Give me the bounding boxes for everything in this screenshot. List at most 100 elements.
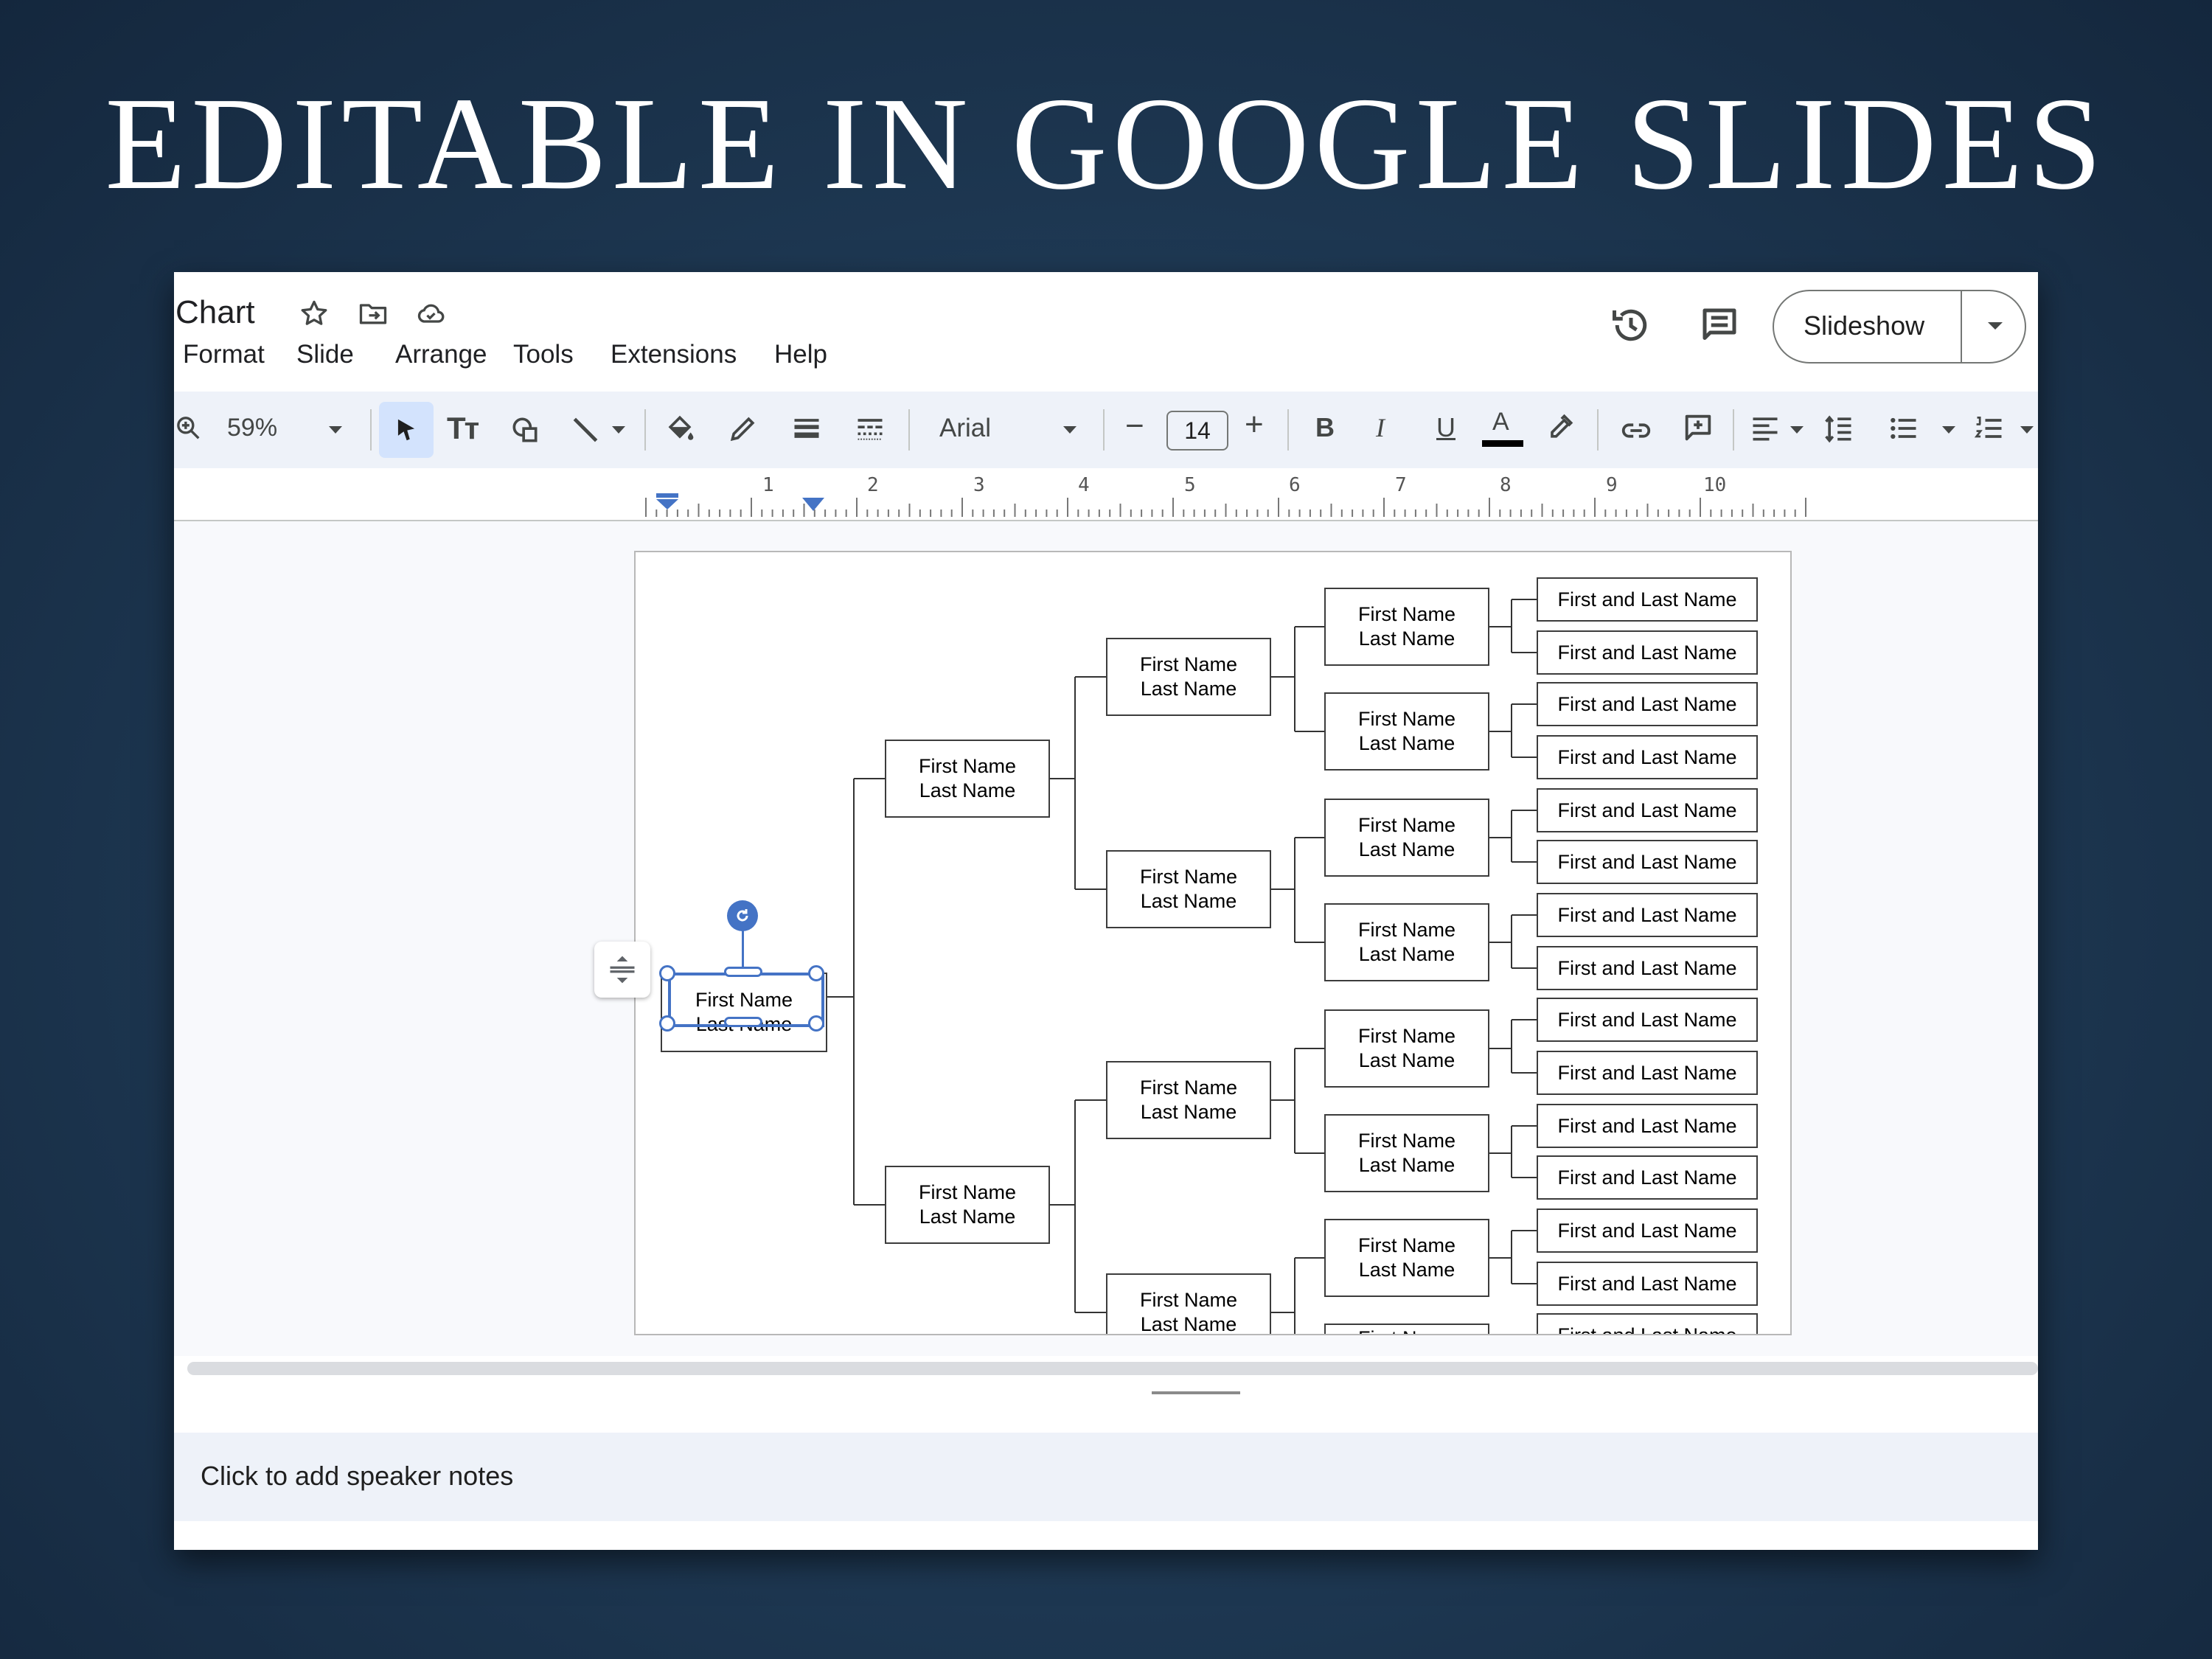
resize-handle[interactable] xyxy=(724,1017,762,1027)
text-color-swatch xyxy=(1482,440,1523,447)
slideshow-dropdown-icon[interactable] xyxy=(1988,322,2003,330)
full-name-box[interactable]: First and Last Name xyxy=(1537,630,1758,675)
last-name-text: Last Name xyxy=(1140,1101,1237,1123)
slideshow-button[interactable]: Slideshow xyxy=(1773,290,2026,364)
full-name-box[interactable]: First and Last Name xyxy=(1537,1051,1758,1095)
cloud-saved-icon[interactable] xyxy=(414,297,447,330)
full-name-box[interactable]: First and Last Name xyxy=(1537,1208,1758,1253)
name-box-level2[interactable]: First Name Last Name xyxy=(1106,638,1271,716)
bold-button[interactable]: B xyxy=(1315,412,1335,443)
rotate-handle[interactable] xyxy=(727,900,758,931)
bulleted-list-dropdown-icon[interactable] xyxy=(1942,426,1955,434)
full-name-box[interactable]: First and Last Name xyxy=(1537,682,1758,726)
first-line-indent-marker[interactable] xyxy=(655,493,680,511)
menu-help[interactable]: Help xyxy=(774,340,827,369)
right-indent-marker[interactable] xyxy=(802,498,824,512)
fill-color-icon[interactable] xyxy=(664,412,696,445)
zoom-icon[interactable] xyxy=(174,414,204,443)
name-box-level3[interactable]: First Name Last Name xyxy=(1324,903,1489,981)
highlight-color-icon[interactable] xyxy=(1544,411,1576,443)
select-tool-button[interactable] xyxy=(379,402,434,458)
google-slides-window: Chart Format Slide Arrange Tools Extensi… xyxy=(174,272,2038,1550)
decrease-font-size-button[interactable]: − xyxy=(1125,408,1144,445)
italic-button[interactable]: I xyxy=(1376,412,1385,443)
speaker-notes[interactable]: Click to add speaker notes xyxy=(174,1433,2038,1521)
menu-slide[interactable]: Slide xyxy=(296,340,354,369)
toolbar-divider xyxy=(1103,409,1105,451)
ruler-number: 4 xyxy=(1078,474,1090,496)
border-weight-icon[interactable] xyxy=(790,412,823,445)
menu-arrange[interactable]: Arrange xyxy=(395,340,487,369)
star-icon[interactable] xyxy=(298,297,330,330)
move-to-folder-icon[interactable] xyxy=(357,297,389,330)
name-box-level3[interactable]: First Name Last Name xyxy=(1324,588,1489,666)
menu-extensions[interactable]: Extensions xyxy=(611,340,737,369)
numbered-list-icon[interactable] xyxy=(1973,412,2006,445)
border-dash-icon[interactable] xyxy=(854,412,886,445)
vertical-align-button[interactable] xyxy=(594,942,650,998)
insert-link-icon[interactable] xyxy=(1619,414,1653,448)
align-left-icon[interactable] xyxy=(1749,412,1781,445)
line-icon[interactable] xyxy=(569,414,602,446)
cursor-icon xyxy=(397,419,415,441)
add-comment-icon[interactable] xyxy=(1681,411,1715,445)
increase-font-size-button[interactable]: + xyxy=(1245,406,1264,443)
numbered-list-dropdown-icon[interactable] xyxy=(2020,426,2034,434)
slide[interactable]: First Name Last Name First Name Last Name xyxy=(634,551,1792,1335)
full-name-box[interactable]: First and Last Name xyxy=(1537,788,1758,832)
text-color-button[interactable]: A xyxy=(1482,408,1523,449)
resize-handle[interactable] xyxy=(724,967,762,977)
last-name-text: Last Name xyxy=(1140,890,1237,912)
name-box-level3[interactable]: First Name Last Name xyxy=(1324,1009,1489,1088)
menu-tools[interactable]: Tools xyxy=(513,340,574,369)
full-name-box[interactable]: First and Last Name xyxy=(1537,577,1758,622)
line-spacing-icon[interactable] xyxy=(1823,412,1855,445)
full-name-box[interactable]: First and Last Name xyxy=(1537,1104,1758,1148)
name-box-level2[interactable]: First Name Last Name xyxy=(1106,1273,1271,1334)
document-title[interactable]: Chart xyxy=(175,294,255,331)
name-box-level2[interactable]: First Name Last Name xyxy=(1106,1061,1271,1139)
border-color-icon[interactable] xyxy=(727,412,759,445)
full-name-box[interactable]: First and Last Name xyxy=(1537,735,1758,779)
full-name-box[interactable]: First and Last Name xyxy=(1537,1313,1758,1334)
name-box-level1[interactable]: First Name Last Name xyxy=(885,1166,1050,1244)
full-name-box[interactable]: First and Last Name xyxy=(1537,840,1758,884)
name-box-level3[interactable]: First Name Last Name xyxy=(1324,799,1489,877)
zoom-value[interactable]: 59% xyxy=(227,414,277,442)
font-dropdown-icon[interactable] xyxy=(1063,426,1077,434)
last-name-text: Last Name xyxy=(1358,1049,1455,1071)
underline-button[interactable]: U xyxy=(1436,412,1455,443)
comments-icon[interactable] xyxy=(1697,303,1742,347)
ruler-number: 6 xyxy=(1289,474,1301,496)
zoom-dropdown-icon[interactable] xyxy=(329,426,342,434)
first-name-text: First Name xyxy=(1139,1289,1237,1311)
bulleted-list-icon[interactable] xyxy=(1888,412,1920,445)
align-dropdown-icon[interactable] xyxy=(1790,426,1804,434)
line-dropdown-icon[interactable] xyxy=(612,426,625,434)
resize-handle[interactable] xyxy=(659,965,675,981)
font-size-input[interactable]: 14 xyxy=(1166,411,1228,451)
name-box-level3[interactable]: First Name Last Name xyxy=(1324,1219,1489,1297)
full-name-box[interactable]: First and Last Name xyxy=(1537,946,1758,990)
notes-resize-handle[interactable] xyxy=(1152,1391,1240,1394)
name-box-level2[interactable]: First Name Last Name xyxy=(1106,850,1271,928)
name-box-level3[interactable]: First Name Last Name xyxy=(1324,1114,1489,1192)
name-box-level3[interactable]: First Name xyxy=(1324,1324,1489,1334)
full-name-box[interactable]: First and Last Name xyxy=(1537,1155,1758,1200)
ruler[interactable]: 1 2 3 4 5 6 7 8 9 10 xyxy=(174,468,2038,521)
menu-format[interactable]: Format xyxy=(183,340,265,369)
full-name-box[interactable]: First and Last Name xyxy=(1537,998,1758,1042)
shape-icon[interactable] xyxy=(509,414,541,446)
horizontal-scrollbar[interactable] xyxy=(187,1362,2038,1375)
text-box-icon[interactable]: Tт xyxy=(447,411,479,446)
font-family-select[interactable]: Arial xyxy=(939,414,991,443)
resize-handle[interactable] xyxy=(808,1015,824,1032)
first-name-text: First Name xyxy=(1357,603,1455,625)
name-box-level1[interactable]: First Name Last Name xyxy=(885,740,1050,818)
resize-handle[interactable] xyxy=(808,965,824,981)
version-history-icon[interactable] xyxy=(1609,303,1653,347)
full-name-box[interactable]: First and Last Name xyxy=(1537,1262,1758,1306)
resize-handle[interactable] xyxy=(659,1015,675,1032)
full-name-box[interactable]: First and Last Name xyxy=(1537,893,1758,937)
name-box-level3[interactable]: First Name Last Name xyxy=(1324,692,1489,771)
